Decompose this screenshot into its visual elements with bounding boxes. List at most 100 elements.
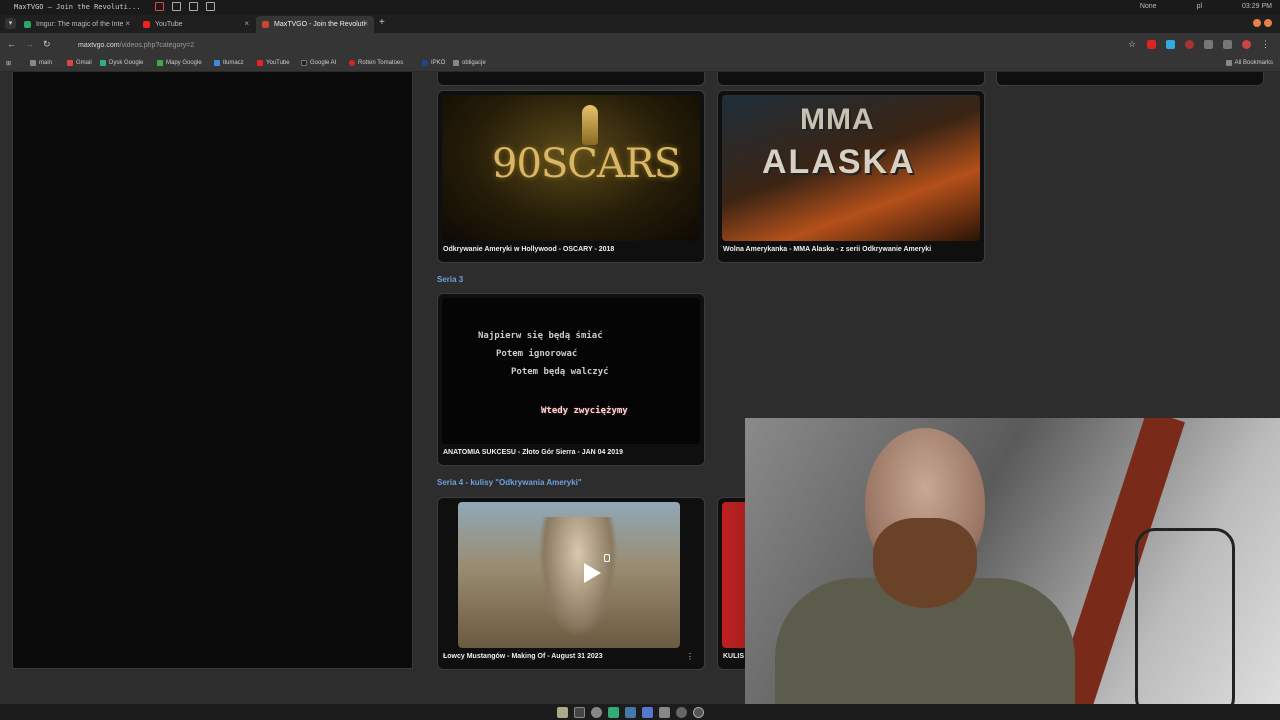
bookmark-drive[interactable]: Dysk Google <box>100 60 143 66</box>
files-icon[interactable] <box>557 707 568 718</box>
bookmark-label: YouTube <box>266 60 290 66</box>
tab-maxtvgo[interactable]: MaxTVGO - Join the Revoluti × <box>256 16 374 33</box>
video-player-area[interactable] <box>12 72 413 669</box>
close-icon[interactable]: × <box>125 19 130 28</box>
record-extension-icon[interactable] <box>1185 40 1194 49</box>
app-icon[interactable] <box>693 707 704 718</box>
video-title[interactable]: Łowcy Mustangów - Making Of - August 31 … <box>443 653 603 660</box>
video-thumbnail[interactable] <box>458 502 680 648</box>
bookmark-label: Rotten Tomatoes <box>358 60 404 66</box>
steam-icon[interactable] <box>625 707 636 718</box>
monitor-icon[interactable] <box>206 2 215 11</box>
os-status-none[interactable]: None <box>1140 3 1157 10</box>
thumbnail-title: 90SCARS <box>492 141 681 187</box>
video-card-anatomia-sukcesu[interactable]: Najpierw się będą śmiać Potem ignorować … <box>437 293 705 466</box>
new-tab-button[interactable]: + <box>379 17 385 28</box>
close-window-button[interactable] <box>1264 19 1272 27</box>
record-icon[interactable] <box>155 2 164 11</box>
gmail-icon <box>67 60 73 66</box>
bookmark-gmail[interactable]: Gmail <box>67 60 92 66</box>
tab-label: MaxTVGO - Join the Revoluti <box>274 21 366 28</box>
chrome-icon[interactable] <box>591 707 602 718</box>
thumbnail-line: Potem będą walczyć <box>511 367 609 377</box>
bookmark-label: tłumacz <box>223 60 244 66</box>
reload-icon[interactable]: ↻ <box>43 39 51 50</box>
youtube-icon <box>257 60 263 66</box>
sidebar-icon[interactable] <box>1223 40 1232 49</box>
bookmark-label: Google AI <box>310 60 337 66</box>
google-ai-icon <box>301 60 307 66</box>
avatar[interactable] <box>1242 40 1251 49</box>
os-status-lang[interactable]: pl <box>1197 3 1202 10</box>
bookmark-label: obligacje <box>462 60 486 66</box>
monitor-icon[interactable] <box>172 2 181 11</box>
video-title[interactable]: ANATOMIA SUKCESU - Złoto Gór Sierra - JA… <box>443 449 623 456</box>
translate-extension-icon[interactable] <box>1166 40 1175 49</box>
all-bookmarks[interactable]: All Bookmarks <box>1225 60 1273 66</box>
section-title-seria-3: Seria 3 <box>437 275 464 284</box>
minimize-button[interactable] <box>1253 19 1261 27</box>
drive-icon <box>100 60 106 66</box>
url-host: maxtvgo.com <box>78 41 120 49</box>
bookmark-label: Mapy Google <box>166 60 202 66</box>
bookmark-obligacje[interactable]: obligacje <box>453 60 486 66</box>
url-field[interactable]: maxtvgo.com/videos.php?category=2 <box>60 37 1110 53</box>
more-options-icon[interactable]: ⋮ <box>686 652 694 661</box>
youtube-favicon-icon <box>143 21 150 28</box>
ipko-icon <box>422 60 428 66</box>
video-thumbnail[interactable]: MMA ALASKA <box>722 95 980 241</box>
window-controls <box>1253 19 1272 27</box>
tab-imgur[interactable]: Imgur: The magic of the Inte × <box>18 16 136 33</box>
bookmark-label: Gmail <box>76 60 92 66</box>
thumbnail-line: Potem ignorować <box>496 349 578 359</box>
bookmark-youtube[interactable]: YouTube <box>257 60 290 66</box>
bookmarks-bar: ⊞ main Gmail Dysk Google Mapy Google tłu… <box>0 57 1280 72</box>
back-icon[interactable]: ← <box>7 39 16 49</box>
video-card-partial[interactable] <box>437 72 705 86</box>
bookmark-label: IPKO <box>431 60 446 66</box>
discord-icon[interactable] <box>642 707 653 718</box>
video-card-mma-alaska[interactable]: MMA ALASKA Wolna Amerykanka - MMA Alaska… <box>717 90 985 263</box>
bookmark-main[interactable]: main <box>30 60 52 66</box>
maps-icon <box>157 60 163 66</box>
menu-icon[interactable]: ⋮ <box>1261 40 1270 49</box>
translate-icon <box>214 60 220 66</box>
os-status: None pl 03:29 PM <box>1140 3 1272 10</box>
close-icon[interactable]: × <box>244 19 249 28</box>
video-card-partial[interactable] <box>996 72 1264 86</box>
video-card-partial[interactable] <box>717 72 985 86</box>
bookmark-ipko[interactable]: IPKO <box>422 60 445 66</box>
video-thumbnail[interactable]: Najpierw się będą śmiać Potem ignorować … <box>442 298 700 444</box>
apps-icon[interactable]: ⊞ <box>6 60 11 67</box>
video-card-oscars[interactable]: 90SCARS Odkrywanie Ameryki w Hollywood -… <box>437 90 705 263</box>
maxtvgo-favicon-icon <box>262 21 269 28</box>
play-icon[interactable] <box>578 560 604 586</box>
puzzle-icon[interactable] <box>1204 40 1213 49</box>
tab-youtube[interactable]: YouTube × <box>137 16 255 33</box>
oscar-statue-icon <box>582 105 598 145</box>
tab-search-button[interactable]: ▾ <box>5 18 16 29</box>
adblock-extension-icon[interactable] <box>1147 40 1156 49</box>
browser-icon[interactable] <box>608 707 619 718</box>
shield-icon[interactable] <box>659 707 670 718</box>
address-bar: ← → ↻ maxtvgo.com/videos.php?category=2 … <box>0 33 1280 57</box>
bookmark-google-ai[interactable]: Google AI <box>301 60 336 66</box>
terminal-icon[interactable] <box>574 707 585 718</box>
url-path: /videos.php?category=2 <box>119 41 195 49</box>
video-card-lowcy-mustangow[interactable]: Łowcy Mustangów - Making Of - August 31 … <box>437 497 705 670</box>
bookmark-maps[interactable]: Mapy Google <box>157 60 202 66</box>
tomato-icon <box>349 60 355 66</box>
video-title[interactable]: Wolna Amerykanka - MMA Alaska - z serii … <box>723 246 931 253</box>
monitor-icon[interactable] <box>189 2 198 11</box>
obs-icon[interactable] <box>676 707 687 718</box>
bookmark-rotten-tomatoes[interactable]: Rotten Tomatoes <box>349 60 403 66</box>
video-title[interactable]: Odkrywanie Ameryki w Hollywood - OSCARY … <box>443 246 614 253</box>
forward-icon[interactable]: → <box>25 39 34 49</box>
taskbar-icons <box>557 707 704 718</box>
thumbnail-line: Wtedy zwyciężymy <box>541 406 628 416</box>
video-title[interactable]: KULIS <box>723 653 744 660</box>
video-thumbnail[interactable]: 90SCARS <box>442 95 700 241</box>
bookmark-translate[interactable]: tłumacz <box>214 60 244 66</box>
close-icon[interactable]: × <box>363 19 368 28</box>
star-icon[interactable]: ☆ <box>1128 40 1137 49</box>
